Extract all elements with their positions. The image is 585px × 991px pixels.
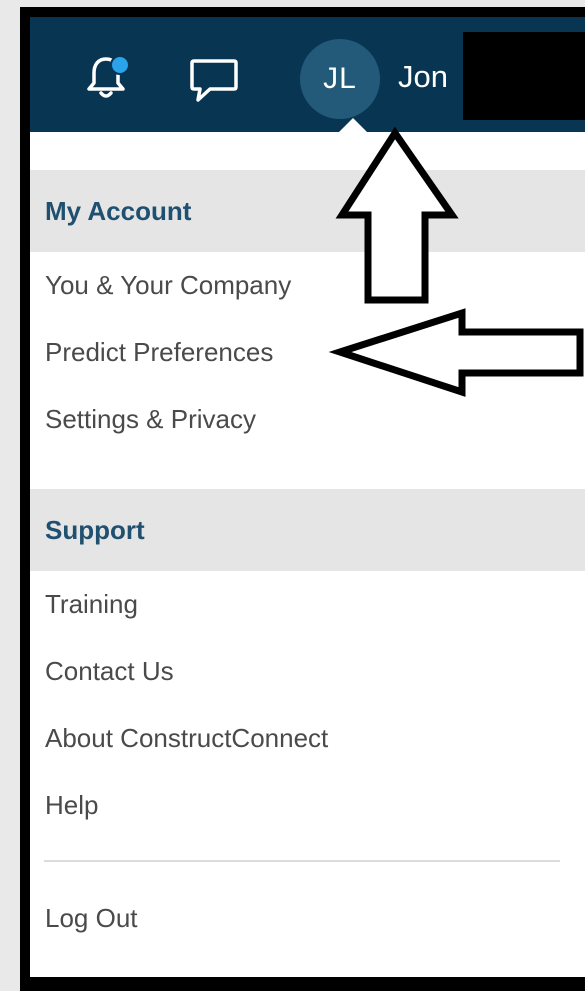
menu-item-settings-privacy[interactable]: Settings & Privacy [45,402,256,436]
menu-item-help[interactable]: Help [45,788,98,822]
support-header: Support [30,489,585,571]
menu-item-predict-preferences[interactable]: Predict Preferences [45,335,273,369]
log-out-button[interactable]: Log Out [45,901,138,935]
menu-item-contact-us[interactable]: Contact Us [45,654,174,688]
chat-icon[interactable] [188,57,240,103]
dropdown-caret [339,118,367,132]
menu-item-about-constructconnect[interactable]: About ConstructConnect [45,721,328,755]
account-dropdown-panel: JL Jon My Account You & Your Company Pre… [30,17,585,977]
redacted-area [463,32,585,120]
avatar[interactable]: JL [300,39,380,119]
menu-item-you-and-your-company[interactable]: You & Your Company [45,268,291,302]
username-label[interactable]: Jon [398,57,448,97]
notification-dot [110,55,130,75]
menu-item-training[interactable]: Training [45,587,138,621]
divider [44,860,560,862]
top-navigation-bar: JL Jon [30,17,585,132]
my-account-header: My Account [30,170,585,252]
